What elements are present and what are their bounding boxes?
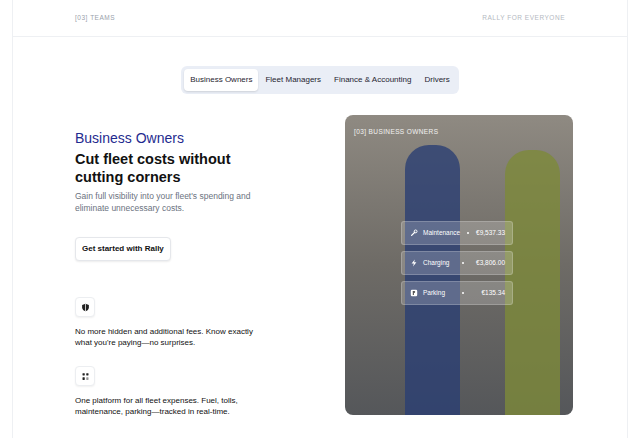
tagline: RALLY FOR EVERYONE — [482, 13, 565, 23]
parking-icon — [409, 289, 418, 298]
section-label: [03] TEAMS — [75, 13, 115, 23]
bolt-icon — [409, 259, 418, 268]
separator-dot — [462, 262, 464, 264]
expense-amount: €9,537.33 — [476, 228, 505, 238]
tab[interactable]: Fleet Managers — [259, 69, 327, 91]
separator-dot — [462, 292, 464, 294]
expense-amount: €3,806.00 — [476, 258, 505, 268]
feature: No more hidden and additional fees. Know… — [75, 297, 275, 348]
expense-label: Charging — [423, 258, 449, 268]
tab[interactable]: Drivers — [418, 69, 455, 91]
separator-dot — [467, 232, 469, 234]
top-bar: [03] TEAMS RALLY FOR EVERYONE — [13, 0, 627, 37]
hero-title: Cut fleet costs without cutting corners — [75, 150, 250, 186]
feature: One platform for all fleet expenses. Fue… — [75, 366, 275, 417]
feature-text: One platform for all fleet expenses. Fue… — [75, 395, 255, 417]
eyebrow-heading: Business Owners — [75, 129, 275, 147]
photo-label: [03] BUSINESS OWNERS — [354, 127, 438, 137]
expense-amount: €135.34 — [482, 288, 506, 298]
get-started-button[interactable]: Get started with Rally — [75, 237, 171, 261]
wrench-icon — [409, 229, 418, 238]
tab[interactable]: Business Owners — [184, 69, 258, 91]
tab-bar: Business OwnersFleet ManagersFinance & A… — [181, 66, 459, 94]
expense-row: Maintenance €9,537.33 — [401, 221, 513, 245]
expense-row: Parking €135.34 — [401, 281, 513, 305]
hero-photo: [03] BUSINESS OWNERS Maintenance €9,537.3… — [345, 115, 573, 415]
expense-label: Maintenance — [423, 228, 460, 238]
expense-row: Charging €3,806.00 — [401, 251, 513, 275]
shield-icon — [75, 297, 95, 317]
expense-label: Parking — [423, 288, 445, 298]
grid-icon — [75, 366, 95, 386]
tab[interactable]: Finance & Accounting — [328, 69, 417, 91]
feature-text: No more hidden and additional fees. Know… — [75, 326, 255, 348]
hero-subtitle: Gain full visibility into your fleet's s… — [75, 191, 260, 214]
